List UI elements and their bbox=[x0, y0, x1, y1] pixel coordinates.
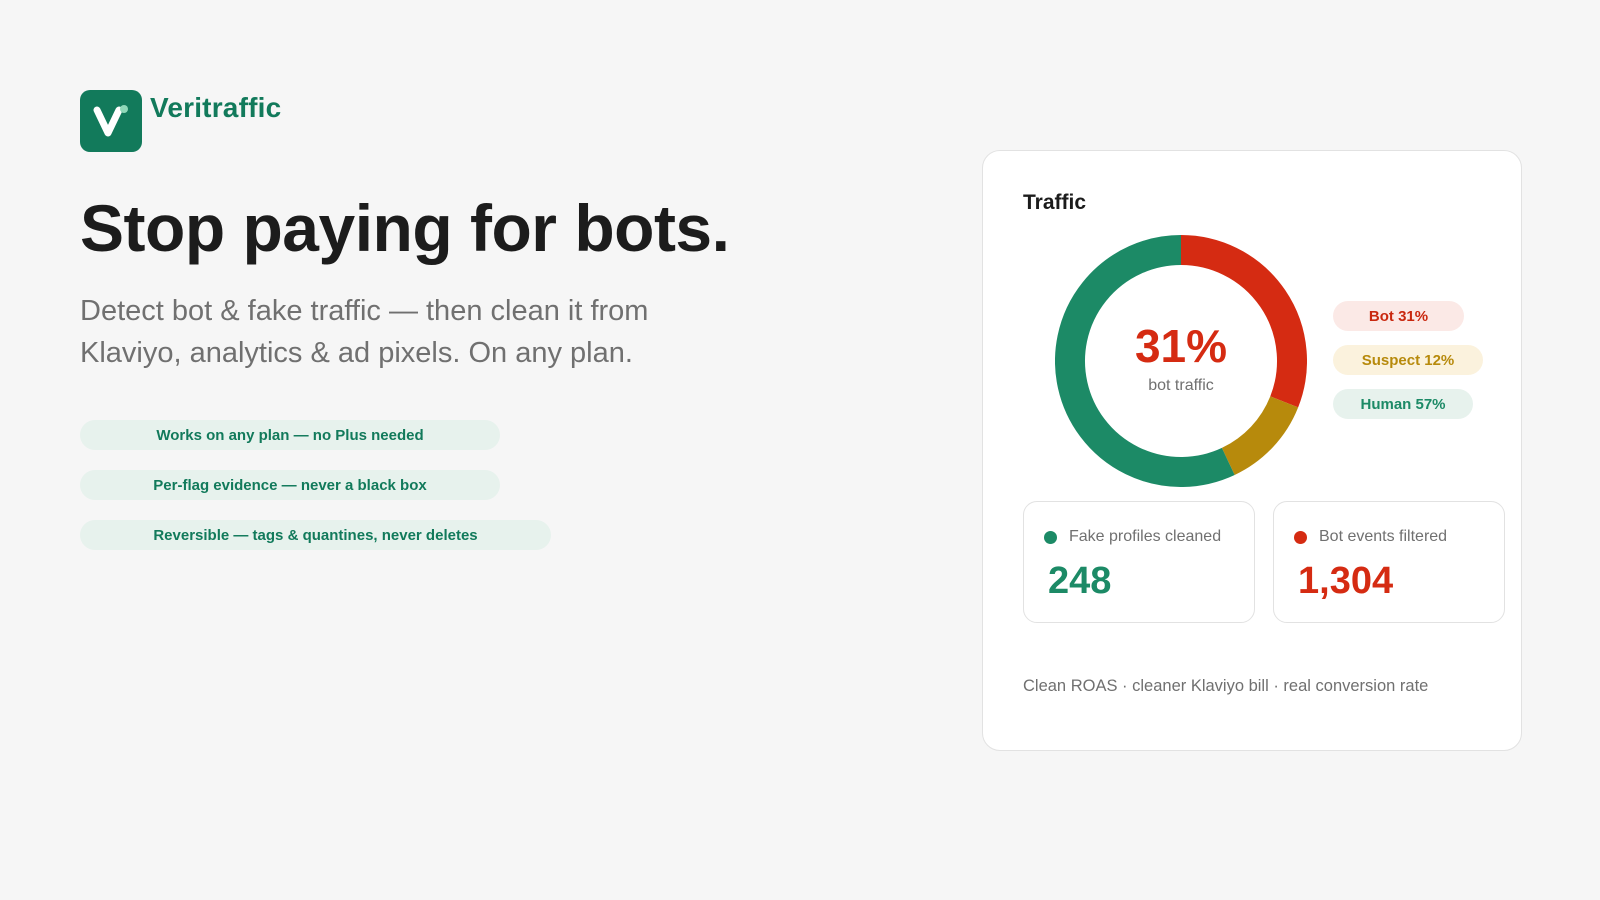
bot-percent-value: 31% bbox=[1134, 320, 1228, 372]
stat-value: 248 bbox=[1048, 560, 1112, 602]
traffic-donut-chart: 31% bot traffic bbox=[1055, 235, 1307, 487]
traffic-card: Traffic 31% bot traffic Bot 31% Suspect … bbox=[982, 150, 1522, 751]
legend-badge-bot: Bot 31% bbox=[1333, 301, 1464, 331]
green-dot-icon bbox=[1044, 530, 1057, 544]
bot-percent-label: bot traffic bbox=[1148, 377, 1214, 394]
feature-pills: Works on any plan — no Plus needed Per-f… bbox=[80, 420, 551, 570]
feature-pill-any-plan: Works on any plan — no Plus needed bbox=[80, 420, 500, 450]
stat-head: Fake profiles cleaned bbox=[1044, 528, 1221, 546]
donut-center: 31% bot traffic bbox=[1055, 235, 1307, 487]
feature-pill-reversible: Reversible — tags & quantines, never del… bbox=[80, 520, 551, 550]
stat-fake-profiles: Fake profiles cleaned 248 bbox=[1023, 501, 1255, 623]
feature-pill-evidence: Per-flag evidence — never a black box bbox=[80, 470, 500, 500]
stat-label: Fake profiles cleaned bbox=[1069, 528, 1222, 545]
brand-name: Veritraffic bbox=[150, 92, 282, 123]
card-footer-note: Clean ROAS · cleaner Klaviyo bill · real… bbox=[1023, 677, 1429, 695]
checkmark-v-icon bbox=[80, 90, 142, 152]
page-subtitle: Detect bot & fake traffic — then clean i… bbox=[80, 295, 649, 369]
card-title: Traffic bbox=[1023, 191, 1087, 214]
stat-label: Bot events filtered bbox=[1319, 528, 1448, 545]
hero-page: Veritraffic Stop paying for bots. Detect… bbox=[0, 0, 1600, 900]
brand: Veritraffic bbox=[80, 90, 281, 152]
stat-head: Bot events filtered bbox=[1294, 528, 1447, 546]
legend-badge-human: Human 57% bbox=[1333, 389, 1473, 419]
stat-value: 1,304 bbox=[1298, 560, 1394, 602]
page-headline: Stop paying for bots. bbox=[80, 191, 730, 265]
chart-legend: Bot 31% Suspect 12% Human 57% bbox=[1333, 301, 1483, 433]
legend-badge-suspect: Suspect 12% bbox=[1333, 345, 1483, 375]
stat-bot-events: Bot events filtered 1,304 bbox=[1273, 501, 1505, 623]
red-dot-icon bbox=[1294, 530, 1307, 544]
